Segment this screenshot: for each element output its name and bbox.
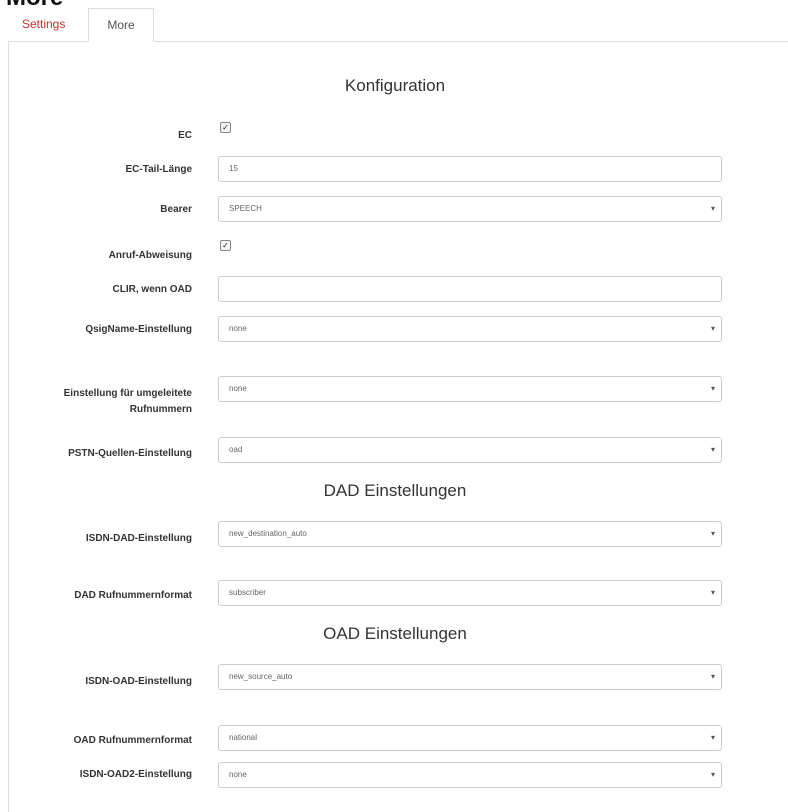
label-redirect-line2: Rufnummern — [129, 404, 192, 415]
label-ec-tail: EC-Tail-Länge — [125, 164, 192, 175]
label-qsig: QsigName-Einstellung — [85, 324, 192, 335]
tab-settings[interactable]: Settings — [10, 8, 77, 41]
dad-format-value: subscriber — [229, 588, 266, 597]
label-isdn-dad: ISDN-DAD-Einstellung — [85, 533, 192, 544]
qsig-value: none — [229, 324, 247, 333]
chevron-down-icon: ▾ — [710, 324, 715, 333]
label-ec: EC — [178, 130, 192, 141]
redirect-select[interactable]: none ▾ — [218, 376, 722, 402]
label-call-reject: Anruf-Abweisung — [108, 250, 192, 261]
label-isdn-oad: ISDN-OAD-Einstellung — [85, 676, 192, 687]
chevron-down-icon: ▾ — [710, 445, 715, 454]
qsig-select[interactable]: none ▾ — [218, 316, 722, 342]
isdn-oad-value: new_source_auto — [229, 672, 293, 681]
section-title-dad: DAD Einstellungen — [323, 481, 467, 500]
chevron-down-icon: ▾ — [710, 672, 715, 681]
label-clir: CLIR, wenn OAD — [112, 284, 192, 295]
check-icon: ✓ — [222, 123, 229, 132]
isdn-oad2-value: none — [229, 770, 247, 779]
oad-format-select[interactable]: national ▾ — [218, 725, 722, 751]
call-reject-checkbox[interactable]: ✓ — [220, 240, 231, 251]
label-dad-format: DAD Rufnummernformat — [74, 590, 192, 601]
dad-format-select[interactable]: subscriber ▾ — [218, 580, 722, 606]
label-oad-format: OAD Rufnummernformat — [73, 735, 192, 746]
chevron-down-icon: ▾ — [710, 529, 715, 538]
isdn-dad-select[interactable]: new_destination_auto ▾ — [218, 521, 722, 547]
tab-bar: Settings More — [8, 8, 788, 42]
pstn-value: oad — [229, 445, 243, 454]
label-isdn-oad2: ISDN-OAD2-Einstellung — [79, 769, 192, 780]
ec-checkbox[interactable]: ✓ — [220, 122, 231, 133]
isdn-dad-value: new_destination_auto — [229, 529, 307, 538]
ec-tail-input[interactable]: 15 — [218, 156, 722, 182]
pstn-select[interactable]: oad ▾ — [218, 437, 722, 463]
clir-input[interactable] — [218, 276, 722, 302]
label-pstn: PSTN-Quellen-Einstellung — [68, 448, 192, 459]
label-bearer: Bearer — [160, 204, 192, 215]
chevron-down-icon: ▾ — [710, 588, 715, 597]
isdn-oad2-select[interactable]: none ▾ — [218, 762, 722, 788]
check-icon: ✓ — [222, 241, 229, 250]
oad-format-value: national — [229, 733, 258, 742]
redirect-value: none — [229, 384, 247, 393]
tab-more[interactable]: More — [88, 8, 154, 42]
chevron-down-icon: ▾ — [710, 770, 715, 779]
chevron-down-icon: ▾ — [710, 384, 715, 393]
chevron-down-icon: ▾ — [710, 204, 715, 213]
bearer-value: SPEECH — [229, 204, 262, 213]
section-title-oad: OAD Einstellungen — [323, 624, 467, 643]
isdn-oad-select[interactable]: new_source_auto ▾ — [218, 664, 722, 690]
section-title-konfiguration: Konfiguration — [344, 76, 446, 95]
label-redirect-line1: Einstellung für umgeleitete — [63, 388, 192, 399]
bearer-select[interactable]: SPEECH ▾ — [218, 196, 722, 222]
chevron-down-icon: ▾ — [710, 733, 715, 742]
